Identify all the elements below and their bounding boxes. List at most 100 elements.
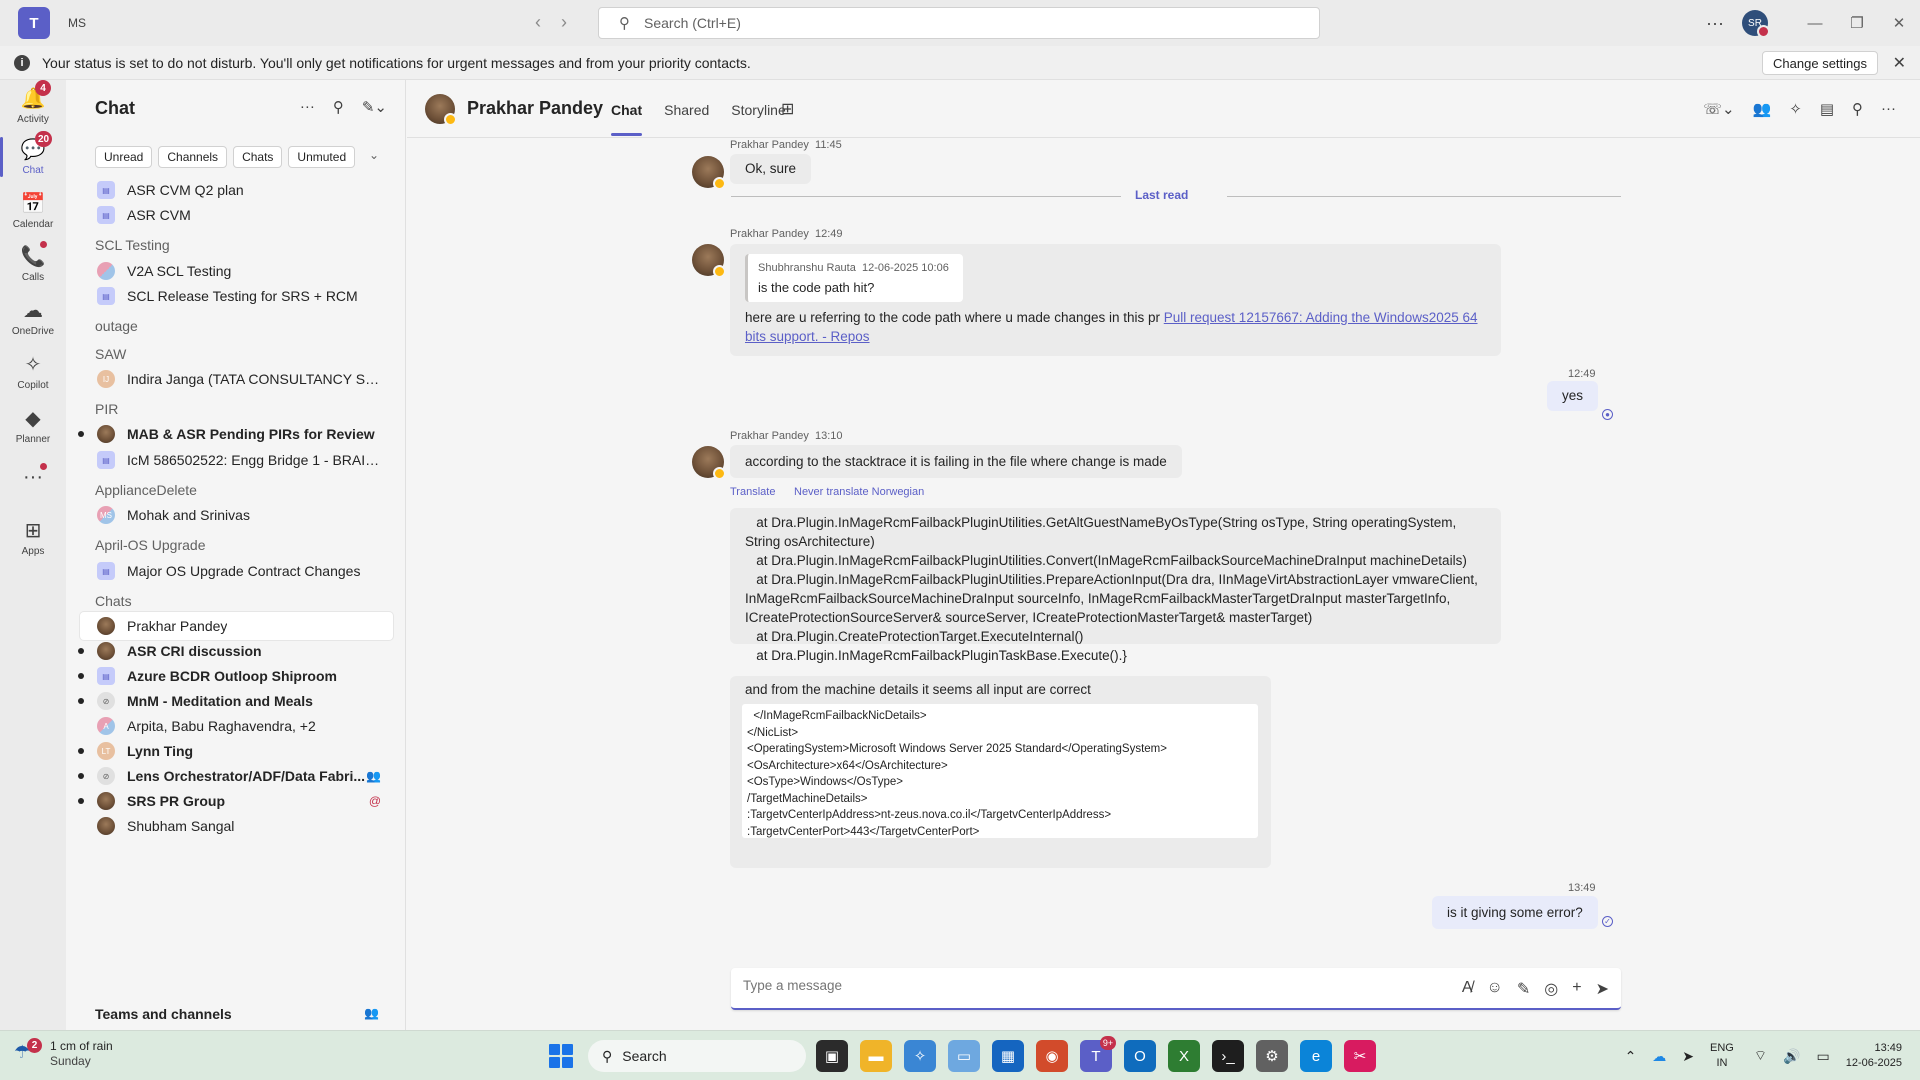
stacktrace-message[interactable]: at Dra.Plugin.InMageRcmFailbackPluginUti…	[730, 508, 1501, 663]
minimize-button[interactable]: —	[1794, 15, 1836, 32]
section-header[interactable]: SCL Testing	[95, 237, 170, 253]
my-message-bubble[interactable]: is it giving some error?	[1432, 896, 1598, 929]
chat-list-item[interactable]: ▤ SCL Release Testing for SRS + RCM	[80, 282, 393, 310]
clock[interactable]: 13:49 12-06-2025	[1846, 1041, 1902, 1071]
contact-avatar[interactable]	[425, 94, 457, 126]
attach-icon[interactable]: +	[1572, 979, 1581, 999]
copilot-app-icon[interactable]: ✧	[904, 1040, 936, 1072]
edge-icon[interactable]: e	[1300, 1040, 1332, 1072]
restore-button[interactable]: ❐	[1836, 14, 1878, 32]
message-bubble[interactable]: and from the machine details it seems al…	[730, 676, 1271, 868]
rail-item-activity[interactable]: 🔔 Activity 4	[0, 80, 66, 125]
rail-item-calls[interactable]: 📞 Calls	[0, 241, 66, 283]
back-arrow-icon[interactable]: ‹	[535, 12, 541, 33]
task-view-icon[interactable]: ▣	[816, 1040, 848, 1072]
chat-list-item[interactable]: ⊘ MnM - Meditation and Meals	[78, 687, 393, 715]
file-explorer-icon[interactable]: ▬	[860, 1040, 892, 1072]
sender-avatar[interactable]	[692, 156, 726, 190]
more-options-icon[interactable]: ···	[1881, 100, 1896, 118]
rail-item-chat[interactable]: 💬 Chat 20	[0, 131, 66, 177]
message-bubble[interactable]: Shubhranshu Rauta 12-06-2025 10:06 is th…	[730, 244, 1501, 356]
message-input[interactable]	[743, 978, 1343, 993]
filter-unmuted[interactable]: Unmuted	[288, 146, 356, 168]
volume-icon[interactable]: 🔊	[1783, 1048, 1800, 1065]
rail-item-planner[interactable]: ◆ Planner	[0, 406, 66, 445]
filter-channels[interactable]: Channels	[158, 146, 228, 168]
message-bubble[interactable]: according to the stacktrace it is failin…	[730, 445, 1182, 478]
filter-chats[interactable]: Chats	[233, 146, 283, 168]
rail-item-calendar[interactable]: 📅 Calendar	[0, 191, 66, 230]
wifi-icon[interactable]: ⌔	[1754, 1047, 1767, 1065]
notes-icon[interactable]: ▤	[1820, 100, 1834, 118]
chat-list-item[interactable]: ▤ ASR CVM	[80, 201, 393, 229]
language-indicator[interactable]: ENG IN	[1710, 1041, 1734, 1071]
chat-list-item[interactable]: A Arpita, Babu Raghavendra, +2	[80, 712, 393, 740]
my-message-bubble[interactable]: yes	[1547, 381, 1599, 411]
section-header[interactable]: April-OS Upgrade	[95, 537, 206, 553]
add-tab-icon[interactable]: ⊞	[781, 99, 794, 119]
change-settings-button[interactable]: Change settings	[1762, 51, 1878, 75]
battery-icon[interactable]: ▭	[1816, 1048, 1829, 1065]
search-icon[interactable]: ⚲	[1852, 100, 1863, 118]
compose-box[interactable]: A̸ ☺ ✎ ◎ + ➤	[731, 968, 1621, 1010]
tab-chat[interactable]: Chat	[611, 102, 643, 136]
chat-list-item[interactable]: MS Mohak and Srinivas	[80, 501, 393, 529]
snipping-tool-icon[interactable]: ✂	[1344, 1040, 1376, 1072]
rail-item-more[interactable]: ···	[0, 463, 66, 492]
search-icon[interactable]: ⚲	[333, 98, 344, 116]
translate-link[interactable]: Translate	[730, 486, 775, 498]
close-icon[interactable]: ✕	[1893, 53, 1906, 73]
teams-app-icon[interactable]: T 9+	[1080, 1036, 1116, 1072]
search-bar[interactable]: ⚲ Search (Ctrl+E)	[598, 7, 1320, 39]
chat-list-item[interactable]: LT Lynn Ting	[78, 737, 393, 765]
taskbar-search[interactable]: ⚲ Search	[588, 1040, 806, 1072]
filter-unread[interactable]: Unread	[95, 146, 153, 168]
tab-storyline[interactable]: Storyline	[731, 102, 785, 118]
chevron-down-icon[interactable]: ⌄	[369, 148, 379, 162]
location-icon[interactable]: ➤	[1682, 1048, 1694, 1065]
outlook-icon[interactable]: O	[1124, 1040, 1156, 1072]
chat-list-item[interactable]: SRS PR Group @	[78, 787, 393, 815]
chat-list-item[interactable]: Shubham Sangal	[80, 812, 393, 840]
sender-avatar[interactable]	[692, 446, 726, 480]
profile-avatar[interactable]: SR	[1742, 10, 1770, 38]
chat-list-item[interactable]: MAB & ASR Pending PIRs for Review	[78, 420, 393, 448]
forward-arrow-icon[interactable]: ›	[561, 12, 567, 33]
add-people-icon[interactable]: 👥	[1753, 100, 1772, 118]
more-icon[interactable]: ···	[300, 98, 315, 116]
loop-icon[interactable]: ◎	[1544, 979, 1558, 999]
section-header[interactable]: ApplianceDelete	[95, 482, 197, 498]
chat-list-item[interactable]: ⊘ Lens Orchestrator/ADF/Data Fabri... 👥	[78, 762, 393, 790]
rail-item-apps[interactable]: ⊞ Apps	[0, 518, 66, 557]
message-bubble[interactable]: Ok, sure	[730, 154, 812, 184]
emoji-icon[interactable]: ☺	[1487, 979, 1503, 999]
settings-icon[interactable]: ⚙	[1256, 1040, 1288, 1072]
onedrive-icon[interactable]: ☁	[1652, 1048, 1666, 1065]
section-header[interactable]: outage	[95, 318, 138, 334]
chat-list-item[interactable]: ASR CRI discussion	[78, 637, 393, 665]
chat-list-item[interactable]: ▤ ASR CVM Q2 plan	[80, 176, 393, 204]
chat-list-item[interactable]: IJ Indira Janga (TATA CONSULTANCY SERVICE…	[80, 365, 393, 393]
teams-and-channels-header[interactable]: Teams and channels	[95, 1006, 232, 1022]
rail-item-copilot[interactable]: ✧ Copilot	[0, 352, 66, 391]
copilot-icon[interactable]: ✧	[1789, 100, 1802, 118]
tab-shared[interactable]: Shared	[664, 102, 709, 118]
format-icon[interactable]: A̸	[1462, 979, 1473, 999]
excel-icon[interactable]: X	[1168, 1040, 1200, 1072]
chat-list-item[interactable]: ▤ Major OS Upgrade Contract Changes	[80, 557, 393, 585]
section-header[interactable]: PIR	[95, 401, 118, 417]
chat-list-item[interactable]: ▤ Azure BCDR Outloop Shiproom	[78, 662, 393, 690]
weather-widget[interactable]: ☂ 2 1 cm of rain Sunday	[14, 1038, 113, 1069]
contact-name[interactable]: Prakhar Pandey	[467, 98, 603, 119]
quoted-message[interactable]: Shubhranshu Rauta 12-06-2025 10:06 is th…	[745, 254, 963, 302]
terminal-app-icon[interactable]: ▦	[992, 1040, 1024, 1072]
chrome-icon[interactable]: ◉	[1036, 1040, 1068, 1072]
send-icon[interactable]: ➤	[1596, 979, 1609, 999]
rail-item-onedrive[interactable]: ☁ OneDrive	[0, 298, 66, 337]
cmd-icon[interactable]: ›_	[1212, 1040, 1244, 1072]
window-icon[interactable]: ▭	[948, 1040, 980, 1072]
call-icon[interactable]: ☏⌄	[1703, 100, 1734, 118]
chat-list-item[interactable]: Prakhar Pandey	[80, 612, 393, 640]
code-snippet[interactable]: </InMageRcmFailbackNicDetails> </NicList…	[742, 704, 1258, 838]
chat-list-item[interactable]: V2A SCL Testing	[80, 257, 393, 285]
